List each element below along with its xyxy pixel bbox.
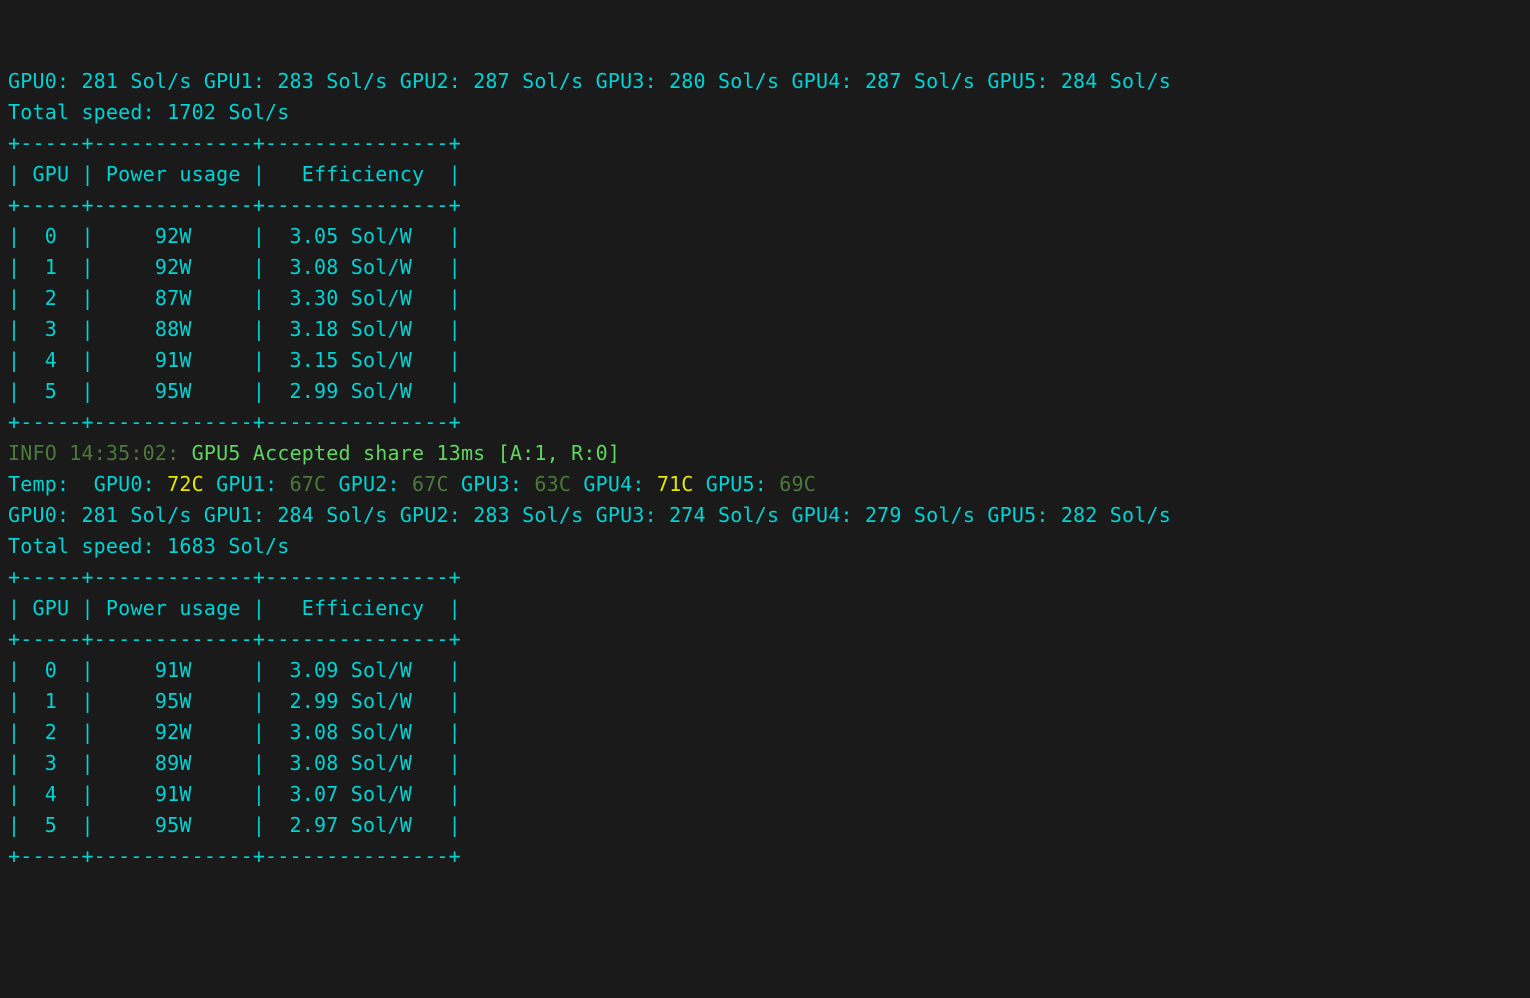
terminal-output: GPU0: 281 Sol/s GPU1: 283 Sol/s GPU2: 28… <box>8 66 1522 872</box>
total-speed: Total speed: 1702 Sol/s <box>8 100 290 124</box>
gpu-speed: GPU5: 284 Sol/s <box>987 69 1171 93</box>
table-border: +-----+-------------+---------------+ <box>8 565 461 589</box>
gpu-speed: GPU3: 280 Sol/s <box>596 69 780 93</box>
gpu-speed: GPU5: 282 Sol/s <box>987 503 1171 527</box>
log-msg: GPU5 Accepted share 13ms [A:1, R:0] <box>192 441 620 465</box>
gpu-speed: GPU2: 283 Sol/s <box>400 503 584 527</box>
temp-value: 67C <box>412 472 449 496</box>
table-row: | 0 | 91W | 3.09 Sol/W | <box>8 658 461 682</box>
total-speed: Total speed: 1683 Sol/s <box>8 534 290 558</box>
gpu-speed: GPU3: 274 Sol/s <box>596 503 780 527</box>
gpu-speed: GPU2: 287 Sol/s <box>400 69 584 93</box>
table-row: | 2 | 92W | 3.08 Sol/W | <box>8 720 461 744</box>
table-row: | 1 | 95W | 2.99 Sol/W | <box>8 689 461 713</box>
table-border: +-----+-------------+---------------+ <box>8 193 461 217</box>
table-row: | 1 | 92W | 3.08 Sol/W | <box>8 255 461 279</box>
table-row: | 5 | 95W | 2.99 Sol/W | <box>8 379 461 403</box>
table-row: | 3 | 88W | 3.18 Sol/W | <box>8 317 461 341</box>
table-row: | 2 | 87W | 3.30 Sol/W | <box>8 286 461 310</box>
table-row: | 5 | 95W | 2.97 Sol/W | <box>8 813 461 837</box>
table-row: | 4 | 91W | 3.07 Sol/W | <box>8 782 461 806</box>
temp-value: 72C <box>167 472 204 496</box>
table-row: | 4 | 91W | 3.15 Sol/W | <box>8 348 461 372</box>
log-tag: INFO <box>8 441 69 465</box>
gpu-speed: GPU1: 283 Sol/s <box>204 69 388 93</box>
temp-label: Temp: <box>8 472 81 496</box>
temp-value: 69C <box>779 472 816 496</box>
table-border: +-----+-------------+---------------+ <box>8 627 461 651</box>
gpu-speed: GPU0: 281 Sol/s <box>8 503 192 527</box>
table-row: | 3 | 89W | 3.08 Sol/W | <box>8 751 461 775</box>
temp-value: 71C <box>657 472 694 496</box>
table-border: +-----+-------------+---------------+ <box>8 131 461 155</box>
temp-gpu-label: GPU1: <box>204 472 290 496</box>
gpu-speed: GPU4: 287 Sol/s <box>792 69 976 93</box>
gpu-speed: GPU0: 281 Sol/s <box>8 69 192 93</box>
temp-gpu-label: GPU4: <box>571 472 657 496</box>
temp-gpu-label: GPU3: <box>449 472 535 496</box>
temp-gpu-label: GPU0: <box>81 472 167 496</box>
table-header: | GPU | Power usage | Efficiency | <box>8 596 461 620</box>
log-time: 14:35:02: <box>69 441 191 465</box>
temp-gpu-label: GPU5: <box>694 472 780 496</box>
gpu-speed: GPU4: 279 Sol/s <box>792 503 976 527</box>
temp-value: 63C <box>534 472 571 496</box>
temp-value: 67C <box>290 472 327 496</box>
table-border: +-----+-------------+---------------+ <box>8 410 461 434</box>
table-border: +-----+-------------+---------------+ <box>8 844 461 868</box>
table-row: | 0 | 92W | 3.05 Sol/W | <box>8 224 461 248</box>
temp-gpu-label: GPU2: <box>326 472 412 496</box>
table-header: | GPU | Power usage | Efficiency | <box>8 162 461 186</box>
gpu-speed: GPU1: 284 Sol/s <box>204 503 388 527</box>
